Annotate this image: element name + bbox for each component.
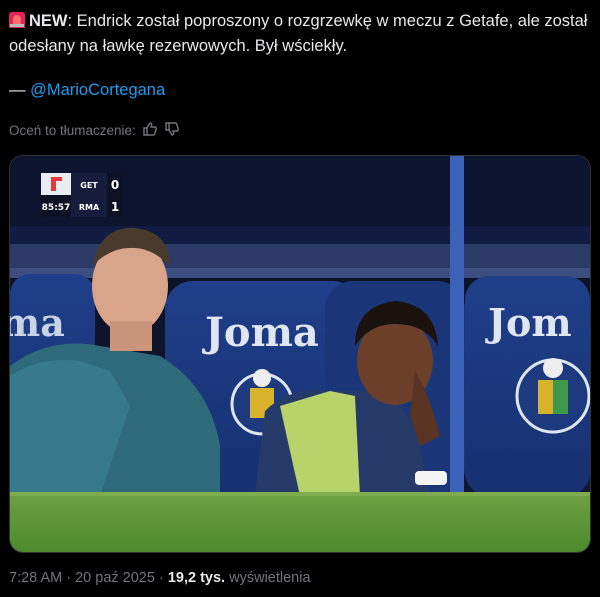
match-clock: 85:57 — [42, 203, 71, 213]
tweet-tag: NEW — [29, 12, 68, 30]
tweet-body: : Endrick został poproszony o rozgrzewkę… — [9, 12, 588, 55]
views-count: 19,2 tys. — [167, 570, 226, 586]
previous-content-fragment — [0, 0, 600, 6]
tweet-text: NEW: Endrick został poproszony o rozgrze… — [9, 9, 594, 59]
home-team-score: 0 — [111, 178, 119, 192]
rate-translation-label: Oceń to tłumaczenie: — [9, 123, 136, 138]
svg-text:Jom: Jom — [485, 300, 572, 345]
meta-separator: · — [66, 570, 72, 586]
credit-dash: — — [9, 81, 26, 99]
tweet-credit: — @MarioCortegana — [9, 81, 165, 100]
thumbs-down-icon[interactable] — [164, 121, 180, 140]
svg-text:ma: ma — [10, 300, 65, 345]
thumbs-up-icon[interactable] — [142, 121, 158, 140]
scoreboard-graphic: GET 0 85:57 RMA 1 — [41, 173, 123, 217]
scoreboard: GET 0 85:57 RMA 1 — [41, 173, 123, 222]
svg-text:Joma: Joma — [202, 309, 319, 356]
tweet-meta: 7:28 AM · 20 paź 2025 · 19,2 tys. wyświe… — [9, 570, 311, 586]
rate-translation: Oceń to tłumaczenie: — [9, 121, 180, 140]
tweet-time-link[interactable]: 7:28 AM — [9, 570, 62, 586]
siren-icon — [9, 12, 25, 28]
tweet-media-image[interactable]: Joma Jom ma — [9, 155, 591, 553]
views-label: wyświetlenia — [229, 570, 311, 586]
home-team-abbr: GET — [80, 181, 98, 190]
away-team-abbr: RMA — [79, 203, 100, 212]
away-team-score: 1 — [111, 200, 119, 214]
tweet-date-link[interactable]: 20 paź 2025 — [75, 570, 155, 586]
meta-separator: · — [158, 570, 164, 586]
credit-handle-link[interactable]: @MarioCortegana — [30, 81, 165, 99]
